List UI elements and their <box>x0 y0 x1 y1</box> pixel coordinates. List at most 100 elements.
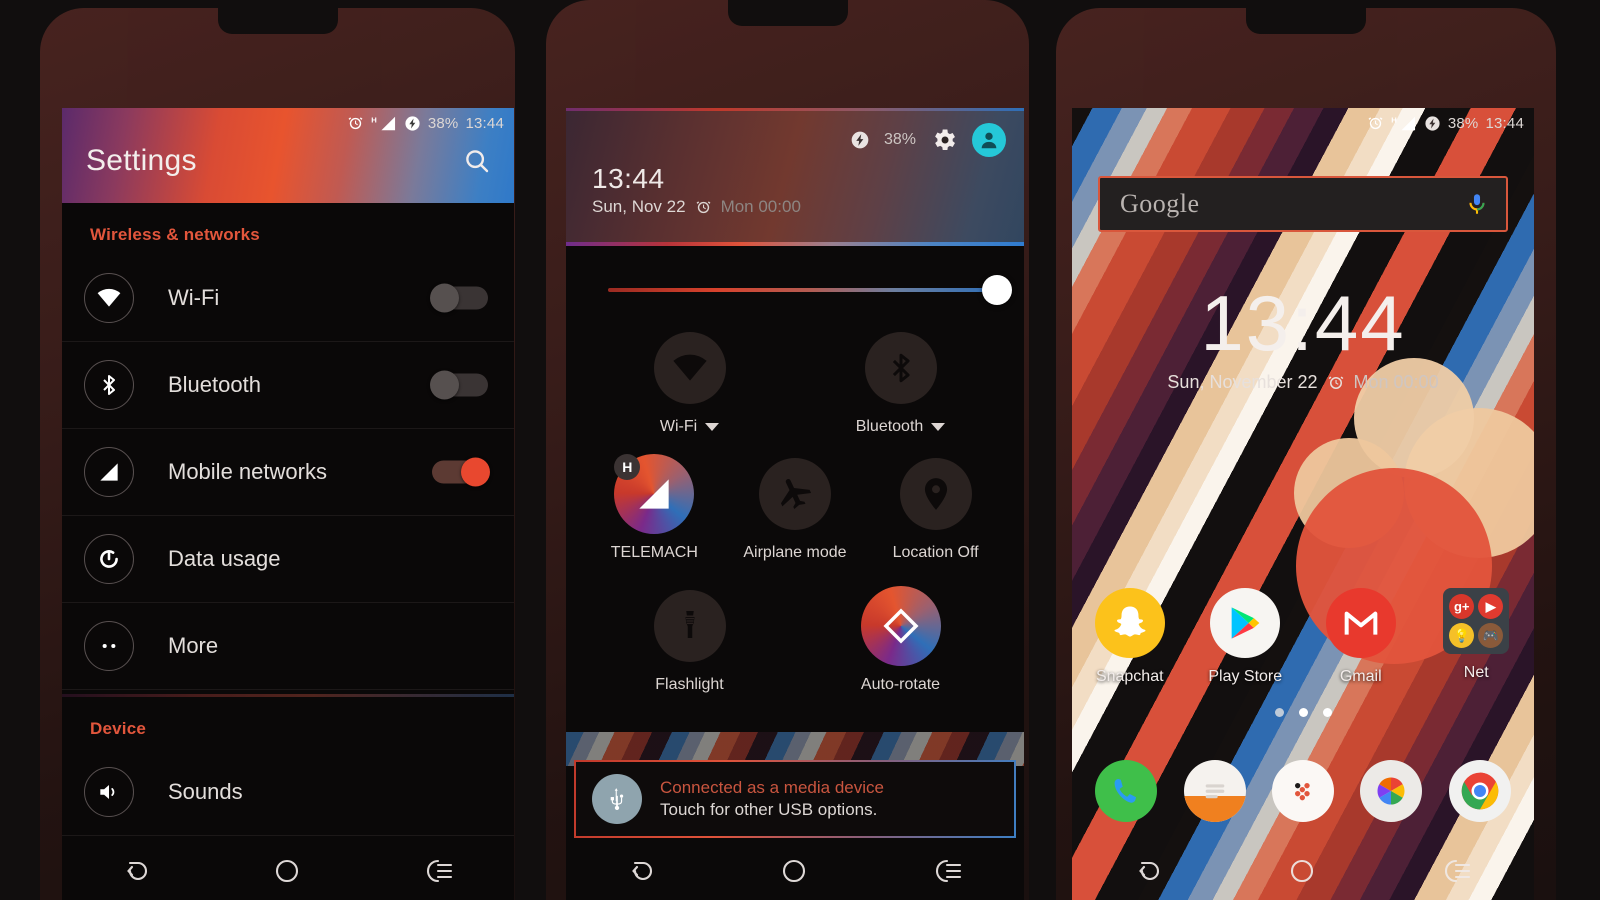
wifi-toggle[interactable] <box>430 283 488 313</box>
wifi-icon <box>84 273 134 323</box>
app-folder-net[interactable]: g+ ▶ 💡 🎮 Net <box>1428 588 1524 682</box>
app-snapchat[interactable]: Snapchat <box>1082 588 1178 686</box>
settings-row-mobile-networks[interactable]: Mobile networks <box>62 429 514 516</box>
gear-icon[interactable] <box>930 126 958 154</box>
settings-row-label: Bluetooth <box>168 372 261 397</box>
back-icon[interactable] <box>1133 855 1165 887</box>
search-input[interactable]: Google <box>1120 189 1200 219</box>
alarm-icon <box>1367 115 1384 132</box>
google-plus-icon: g+ <box>1449 594 1475 619</box>
wifi-icon <box>653 332 726 404</box>
settings-row-sounds[interactable]: Sounds <box>62 749 514 836</box>
screenshot-stage: H 38% 13:44 Settings Wireless & networks… <box>0 0 1600 900</box>
app-gmail[interactable]: Gmail <box>1313 588 1409 686</box>
qs-tile-bluetooth[interactable]: Bluetooth <box>795 332 1006 436</box>
recents-icon[interactable] <box>1439 856 1473 886</box>
qs-tile-label: Location Off <box>892 544 979 561</box>
brightness-slider[interactable] <box>566 246 1024 305</box>
settings-row-label: Wi-Fi <box>168 285 220 310</box>
user-avatar-icon[interactable] <box>972 123 1006 157</box>
back-icon[interactable] <box>626 855 658 887</box>
svg-text:H: H <box>371 115 377 124</box>
battery-percent: 38% <box>883 131 916 148</box>
settings-row-label: Sounds <box>168 779 243 804</box>
signal-icon: H <box>1391 115 1417 132</box>
battery-percent: 38% <box>1447 114 1479 132</box>
gmail-icon <box>1325 588 1396 658</box>
folder-icon: g+ ▶ 💡 🎮 <box>1443 588 1510 654</box>
app-label: Net <box>1463 664 1489 681</box>
data-usage-icon <box>84 534 134 584</box>
shade-date: Sun, Nov 22 <box>592 197 686 216</box>
messaging-icon[interactable] <box>1183 760 1246 822</box>
home-icon[interactable] <box>779 856 809 886</box>
usb-icon <box>592 774 642 824</box>
home-date: Sun, November 22 <box>1167 372 1318 392</box>
chevron-down-icon[interactable] <box>705 423 720 431</box>
app-play-store[interactable]: Play Store <box>1197 588 1293 686</box>
navigation-bar <box>566 842 1024 900</box>
auto-rotate-icon <box>860 586 941 666</box>
home-icon[interactable] <box>1287 856 1317 886</box>
chrome-icon[interactable] <box>1448 760 1511 822</box>
play-store-icon <box>1210 588 1281 658</box>
settings-row-wifi[interactable]: Wi-Fi <box>62 255 514 342</box>
qs-tile-wifi[interactable]: Wi-Fi <box>584 332 795 436</box>
play-video-icon: ▶ <box>1478 594 1504 619</box>
home-clock: 13:44 <box>1200 279 1406 367</box>
section-divider <box>62 694 514 697</box>
signal-bars-icon <box>84 447 134 497</box>
usb-notification[interactable]: Connected as a media device Touch for ot… <box>574 760 1016 838</box>
page-dot[interactable] <box>1274 708 1284 717</box>
page-dot[interactable] <box>1322 708 1332 717</box>
qs-tile-label: Auto-rotate <box>860 676 941 693</box>
app-label: Gmail <box>1339 668 1382 685</box>
app-drawer-icon[interactable] <box>1271 760 1334 822</box>
google-search-bar[interactable]: Google <box>1098 176 1508 232</box>
phone-icon[interactable] <box>1095 760 1158 822</box>
mobile-networks-toggle[interactable] <box>432 457 490 487</box>
clock-widget[interactable]: 13:44 Sun, November 22 Mon 00:00 <box>1072 284 1534 393</box>
section-heading-device: Device <box>90 719 147 738</box>
settings-row-data-usage[interactable]: Data usage <box>62 516 514 603</box>
battery-charging-icon <box>1424 115 1441 132</box>
phone-1-screen: H 38% 13:44 Settings Wireless & networks… <box>62 108 514 900</box>
notification-title: Connected as a media device <box>660 778 884 797</box>
airplane-icon <box>758 458 831 530</box>
home-icon[interactable] <box>272 856 302 886</box>
recents-icon[interactable] <box>421 856 455 886</box>
qs-tile-airplane[interactable]: Airplane mode <box>725 458 866 562</box>
phone-2-screen: 38% 13:44 Sun, Nov 22 Mon 00:00 Wi-Fi Bl… <box>566 108 1024 900</box>
settings-row-label: Data usage <box>168 546 281 571</box>
usb-notification-area: Connected as a media device Touch for ot… <box>566 732 1024 842</box>
alarm-icon <box>695 199 712 216</box>
clock-text: 13:44 <box>1485 114 1524 132</box>
bluetooth-toggle[interactable] <box>430 370 488 400</box>
location-pin-icon <box>899 458 972 530</box>
qs-tile-telemach[interactable]: H TELEMACH <box>584 454 725 562</box>
phone-3-screen: H 38% 13:44 Google 13:44 Sun, November 2… <box>1072 108 1534 900</box>
photos-icon[interactable] <box>1360 760 1423 822</box>
settings-row-bluetooth[interactable]: Bluetooth <box>62 342 514 429</box>
qs-tile-location[interactable]: Location Off <box>865 458 1006 562</box>
alarm-icon <box>1327 374 1345 392</box>
recents-icon[interactable] <box>930 856 964 886</box>
navigation-bar <box>1072 842 1534 900</box>
alarm-icon <box>347 115 364 132</box>
more-dots-icon <box>84 621 134 671</box>
qs-tile-label: Airplane mode <box>743 544 847 561</box>
page-dot[interactable] <box>1298 708 1308 717</box>
back-icon[interactable] <box>121 855 153 887</box>
qs-tile-flashlight[interactable]: Flashlight <box>584 590 795 694</box>
settings-row-more[interactable]: More <box>62 603 514 690</box>
settings-row-label: Mobile networks <box>168 459 327 484</box>
chevron-down-icon[interactable] <box>931 423 946 431</box>
clock-text: 13:44 <box>465 114 504 132</box>
qs-tile-auto-rotate[interactable]: Auto-rotate <box>795 586 1006 694</box>
bluetooth-icon <box>864 332 937 404</box>
microphone-icon[interactable] <box>1464 191 1490 217</box>
brightness-knob[interactable] <box>982 275 1012 305</box>
app-label: Play Store <box>1208 668 1283 685</box>
search-icon[interactable] <box>462 146 492 176</box>
shade-alarm-text: Mon 00:00 <box>720 197 801 216</box>
